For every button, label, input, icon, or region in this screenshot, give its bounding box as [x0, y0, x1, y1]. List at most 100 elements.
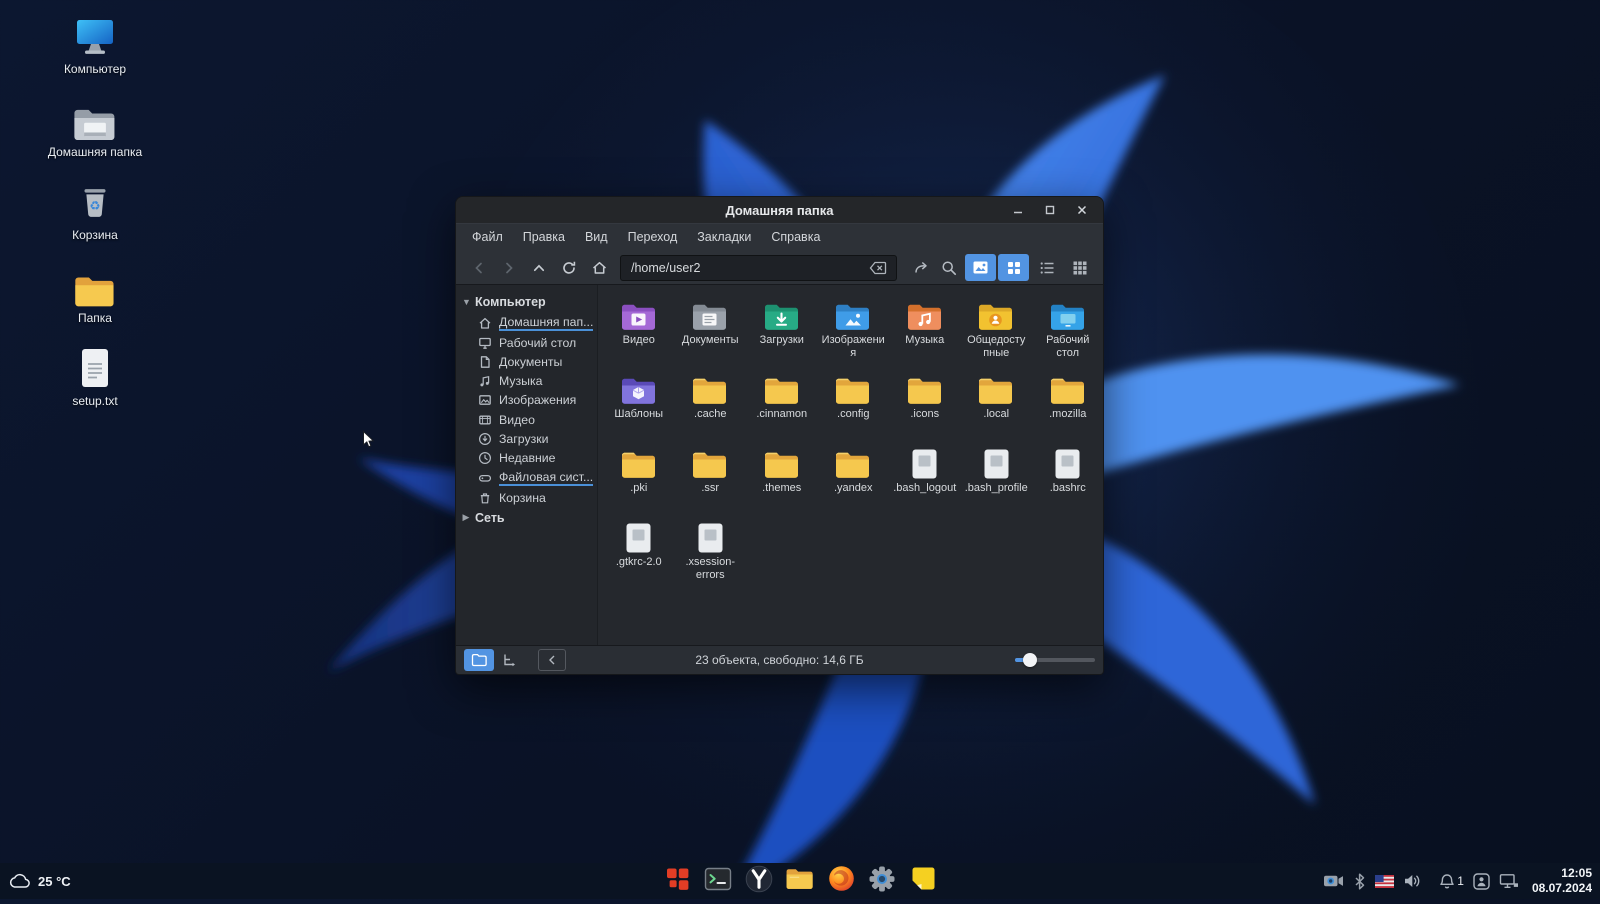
file-icon — [910, 443, 939, 480]
menu-edit[interactable]: Правка — [513, 224, 575, 251]
file-item[interactable]: .icons — [889, 369, 961, 443]
sidebar-item-recent[interactable]: Недавние — [456, 448, 597, 467]
sidebar-item-video[interactable]: Видео — [456, 410, 597, 429]
file-item-label: .icons — [910, 408, 940, 420]
sidebar-section-computer[interactable]: ▼ Компьютер — [456, 292, 597, 312]
menu-file[interactable]: Файл — [462, 224, 513, 251]
file-item[interactable]: Рабочий стол — [1032, 295, 1103, 369]
file-item[interactable]: Документы — [675, 295, 747, 369]
sidebar-item-filesystem[interactable]: Файловая сист... — [456, 468, 597, 489]
desktop-icon-computer[interactable]: Компьютер — [40, 12, 150, 95]
maximize-button[interactable] — [1039, 200, 1061, 220]
desktop-icon-home-folder[interactable]: Домашняя папка — [40, 95, 150, 178]
file-item[interactable]: .config — [818, 369, 890, 443]
file-item[interactable]: .ssr — [675, 443, 747, 517]
file-item[interactable]: Общедоступные — [961, 295, 1033, 369]
taskbar-app-firefox[interactable] — [825, 865, 857, 897]
window-titlebar[interactable]: Домашняя папка — [456, 197, 1103, 223]
taskbar-app-file-manager[interactable] — [784, 865, 816, 897]
file-item[interactable]: .bash_profile — [961, 443, 1033, 517]
file-item[interactable]: Загрузки — [746, 295, 818, 369]
sidebar-section-network[interactable]: ▶ Сеть — [456, 508, 597, 528]
sidebar-item-label: Загрузки — [499, 431, 549, 446]
sidebar-item-desktop[interactable]: Рабочий стол — [456, 333, 597, 352]
desktop-icon-folder[interactable]: Папка — [40, 261, 150, 344]
taskbar-app-start-menu[interactable] — [661, 865, 693, 897]
taskbar-app-settings[interactable] — [866, 865, 898, 897]
status-summary: 23 объекта, свободно: 14,6 ГБ — [695, 653, 864, 667]
clock-widget[interactable]: 12:05 08.07.2024 — [1528, 866, 1592, 896]
taskbar-app-notes[interactable] — [907, 865, 939, 897]
up-button[interactable] — [524, 255, 554, 281]
file-item[interactable]: .cache — [675, 369, 747, 443]
folder-icon — [906, 369, 944, 406]
sidebar-item-documents[interactable]: Документы — [456, 352, 597, 371]
path-input[interactable] — [629, 259, 864, 276]
status-bar: 23 объекта, свободно: 14,6 ГБ — [456, 645, 1103, 674]
minimize-button[interactable] — [1007, 200, 1029, 220]
menu-help[interactable]: Справка — [761, 224, 830, 251]
refresh-button[interactable] — [554, 255, 584, 281]
desktop-icon — [478, 336, 492, 350]
volume-icon[interactable] — [1403, 873, 1421, 889]
thumbnails-toggle-button[interactable] — [965, 254, 996, 281]
network-icon[interactable] — [1499, 873, 1519, 889]
folder-icon — [834, 369, 872, 406]
desktop-icon-trash[interactable]: ♻ Корзина — [40, 178, 150, 261]
keyboard-layout-us-icon[interactable] — [1375, 874, 1395, 888]
file-item[interactable]: Изображения — [818, 295, 890, 369]
terminal-icon — [704, 866, 732, 897]
toggle-location-entry-icon[interactable] — [907, 255, 935, 281]
file-item[interactable]: .xsession-errors — [675, 517, 747, 591]
file-item[interactable]: .bashrc — [1032, 443, 1103, 517]
file-item[interactable]: .local — [961, 369, 1033, 443]
taskbar-app-terminal[interactable] — [702, 865, 734, 897]
icon-view-button[interactable] — [998, 254, 1029, 281]
file-view[interactable]: Видео Документы Загрузки Изображения Муз… — [598, 285, 1103, 645]
file-item-label: .yandex — [833, 482, 873, 494]
file-item[interactable]: Музыка — [889, 295, 961, 369]
camera-icon[interactable] — [1323, 873, 1344, 889]
file-item[interactable]: .gtkrc-2.0 — [603, 517, 675, 591]
sidebar-item-trash[interactable]: Корзина — [456, 489, 597, 508]
menu-view[interactable]: Вид — [575, 224, 618, 251]
folder-icon — [691, 369, 729, 406]
sidebar-item-music[interactable]: Музыка — [456, 372, 597, 391]
places-sidebar: ▼ Компьютер Домашняя пап... Рабочий стол… — [456, 285, 598, 645]
list-view-button[interactable] — [1031, 254, 1062, 281]
file-item-label: .bash_logout — [893, 482, 957, 494]
compact-view-button[interactable] — [1064, 254, 1095, 281]
weather-widget[interactable]: 25 °C — [0, 873, 71, 890]
file-item[interactable]: .yandex — [818, 443, 890, 517]
taskbar-app-yandex-browser[interactable] — [743, 865, 775, 897]
search-icon[interactable] — [935, 255, 963, 281]
file-item-label: .local — [983, 408, 1010, 420]
back-button[interactable] — [464, 255, 494, 281]
file-item[interactable]: .themes — [746, 443, 818, 517]
menu-go[interactable]: Переход — [618, 224, 688, 251]
file-item[interactable]: .mozilla — [1032, 369, 1103, 443]
zoom-slider[interactable] — [1015, 650, 1095, 670]
zoom-slider-knob[interactable] — [1023, 653, 1037, 667]
close-button[interactable] — [1071, 200, 1093, 220]
home-button[interactable] — [584, 255, 614, 281]
menu-bookmarks[interactable]: Закладки — [687, 224, 761, 251]
file-item[interactable]: .cinnamon — [746, 369, 818, 443]
sidebar-item-pictures[interactable]: Изображения — [456, 391, 597, 410]
notifications-indicator[interactable]: 1 — [1439, 873, 1464, 890]
sidebar-item-downloads[interactable]: Загрузки — [456, 429, 597, 448]
file-item[interactable]: Шаблоны — [603, 369, 675, 443]
bluetooth-icon[interactable] — [1353, 872, 1366, 890]
taskbar: 25 °C 1 12:05 08.07.2024 — [0, 863, 1600, 899]
file-item[interactable]: .bash_logout — [889, 443, 961, 517]
user-session-icon[interactable] — [1473, 872, 1490, 890]
file-item[interactable]: .pki — [603, 443, 675, 517]
forward-button[interactable] — [494, 255, 524, 281]
desktop-icon-setup-txt[interactable]: setup.txt — [40, 344, 150, 427]
toolbar — [456, 251, 1103, 285]
sidebar-item-home[interactable]: Домашняя пап... — [456, 312, 597, 333]
file-item[interactable]: Видео — [603, 295, 675, 369]
clear-path-icon[interactable] — [864, 255, 892, 281]
setup-txt-icon — [75, 344, 115, 392]
file-item-label: Видео — [622, 334, 655, 346]
